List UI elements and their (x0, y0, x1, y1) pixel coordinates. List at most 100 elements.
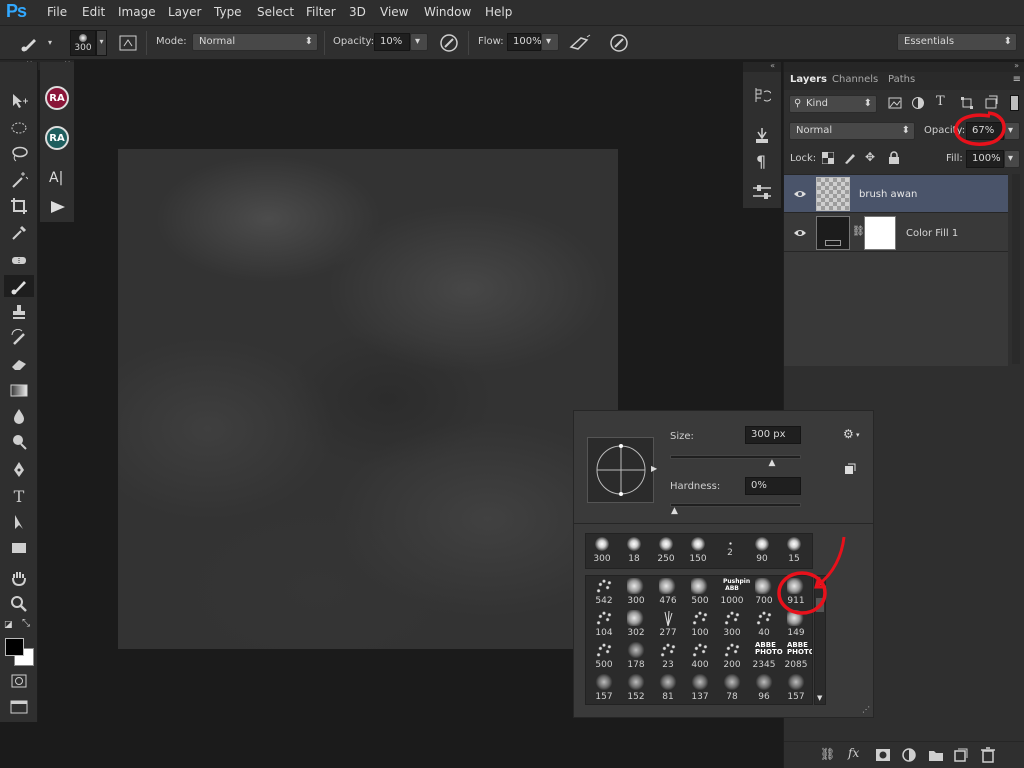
recent-brush-2[interactable]: 250 (652, 537, 680, 569)
layer-name[interactable]: brush awan (859, 189, 917, 200)
hand-tool-icon[interactable] (4, 567, 34, 589)
pressure-opacity-icon[interactable] (438, 32, 460, 54)
quick-mask-icon[interactable] (4, 670, 34, 692)
collapse-icon[interactable]: » (1014, 61, 1019, 70)
size-slider-track[interactable]: ▲ (670, 455, 801, 468)
visibility-eye-icon[interactable] (793, 189, 807, 199)
marquee-tool-icon[interactable] (4, 117, 34, 139)
airbrush-icon[interactable] (568, 32, 592, 54)
default-colors-icon[interactable]: ◪ (4, 620, 13, 630)
menu-3d[interactable]: 3D (349, 5, 366, 19)
brush-preset-104[interactable]: 104 (588, 610, 620, 642)
opacity-dropdown-icon[interactable]: ▾ (410, 33, 428, 51)
create-preset-icon[interactable] (844, 463, 856, 475)
history-panel-icon[interactable] (753, 86, 771, 104)
recent-brush-4[interactable]: 2 (716, 537, 744, 569)
fill-input[interactable]: 100% (966, 150, 1004, 168)
menu-type[interactable]: Type (214, 5, 242, 19)
brush-preset-302[interactable]: 302 (620, 610, 652, 642)
brush-preset-500[interactable]: 500 (588, 642, 620, 674)
brush-panel-toggle-icon[interactable] (118, 33, 138, 53)
size-input[interactable]: 300 px (745, 426, 801, 444)
fx-icon[interactable]: fx (848, 746, 859, 760)
document-canvas[interactable] (118, 149, 618, 649)
path-selection-tool-icon[interactable] (4, 511, 34, 533)
tab-channels[interactable]: Channels (832, 74, 878, 85)
healing-brush-tool-icon[interactable] (4, 249, 34, 271)
history-brush-tool-icon[interactable] (4, 327, 34, 349)
type-tool-icon[interactable]: T (4, 485, 34, 507)
brush-preset-78[interactable]: 78 (716, 674, 748, 704)
menu-layer[interactable]: Layer (168, 5, 201, 19)
magic-wand-tool-icon[interactable] (4, 169, 34, 191)
foreground-color-swatch[interactable] (5, 638, 24, 656)
visibility-eye-icon[interactable] (793, 228, 807, 238)
ra-badge-teal[interactable]: RA (45, 126, 69, 150)
lock-all-icon[interactable] (888, 151, 900, 165)
panel-menu-icon[interactable]: ≡ (1013, 74, 1021, 85)
new-group-icon[interactable] (928, 748, 944, 762)
resize-grip-icon[interactable]: ⋰ (862, 705, 870, 714)
lock-transparent-icon[interactable] (822, 152, 834, 164)
new-layer-icon[interactable] (954, 748, 968, 762)
brush-preset-157[interactable]: 157 (780, 674, 812, 704)
layer-name[interactable]: Color Fill 1 (906, 228, 958, 239)
brush-tool-icon[interactable] (20, 34, 42, 52)
trash-icon[interactable] (981, 747, 995, 763)
screen-mode-icon[interactable] (4, 696, 34, 718)
filter-shape-icon[interactable] (960, 96, 974, 110)
brush-picker-dropdown-icon[interactable]: ▾ (96, 30, 107, 56)
zoom-tool-icon[interactable] (4, 593, 34, 615)
hardness-input[interactable]: 0% (745, 477, 801, 495)
brush-preset-178[interactable]: 178 (620, 642, 652, 674)
brush-tool-icon[interactable] (4, 275, 34, 297)
properties-panel-icon[interactable] (752, 184, 772, 200)
brush-preset-2345[interactable]: ABBE PHOTO 2345 (748, 642, 783, 674)
actions-play-icon[interactable] (50, 200, 66, 214)
mode-select[interactable]: Normal ⬍ (192, 33, 318, 51)
new-adjustment-layer-icon[interactable] (902, 748, 916, 762)
layer-row-brush-awan[interactable]: brush awan (784, 175, 1008, 213)
size-slider-thumb[interactable]: ▲ (769, 458, 776, 468)
recent-brush-1[interactable]: 18 (620, 537, 648, 569)
tab-paths[interactable]: Paths (888, 74, 915, 85)
brush-preset-23[interactable]: 23 (652, 642, 684, 674)
dodge-tool-icon[interactable] (4, 431, 34, 453)
recent-brush-0[interactable]: 300 (588, 537, 616, 569)
move-tool-icon[interactable] (4, 90, 34, 112)
brush-preset-96[interactable]: 96 (748, 674, 780, 704)
menu-select[interactable]: Select (257, 5, 294, 19)
collapse-icon[interactable]: « (770, 61, 775, 70)
recent-brush-3[interactable]: 150 (684, 537, 712, 569)
scroll-down-icon[interactable]: ▼ (817, 694, 822, 702)
opacity-input[interactable]: 10% (374, 33, 410, 51)
brush-preset-2085[interactable]: ABBE PHOTO 2085 (780, 642, 812, 674)
brush-preset-300[interactable]: 300 (620, 578, 652, 610)
brush-preset-200[interactable]: 200 (716, 642, 748, 674)
gradient-tool-icon[interactable] (4, 379, 34, 401)
clone-stamp-tool-icon[interactable] (4, 301, 34, 323)
crop-tool-icon[interactable] (4, 195, 34, 217)
layer-mask-thumbnail[interactable] (864, 216, 896, 250)
pressure-size-icon[interactable] (608, 32, 630, 54)
flow-input[interactable]: 100% (507, 33, 542, 51)
brush-preset-400[interactable]: 400 (684, 642, 716, 674)
brush-preset-137[interactable]: 137 (684, 674, 716, 704)
rectangle-tool-icon[interactable] (4, 537, 34, 559)
workspace-select[interactable]: Essentials ⬍ (897, 33, 1017, 51)
brush-preset-100[interactable]: 100 (684, 610, 716, 642)
lasso-tool-icon[interactable] (4, 143, 34, 165)
filter-pixel-icon[interactable] (888, 96, 902, 110)
layer-row-color-fill-1[interactable]: ⛓ Color Fill 1 (784, 214, 1008, 252)
filter-smart-object-icon[interactable] (984, 95, 998, 109)
pen-tool-icon[interactable] (4, 459, 34, 481)
brush-preset-300[interactable]: 300 (716, 610, 748, 642)
link-layers-icon[interactable]: ⛓ (820, 747, 835, 761)
blend-mode-select[interactable]: Normal ⬍ (789, 122, 915, 140)
brush-size-preview[interactable]: 300 (70, 30, 96, 56)
tool-preset-dropdown-icon[interactable]: ▾ (48, 38, 52, 47)
flow-dropdown-icon[interactable]: ▾ (541, 33, 559, 51)
menu-window[interactable]: Window (424, 5, 471, 19)
fill-dropdown-icon[interactable]: ▾ (1004, 150, 1020, 168)
gear-dropdown-icon[interactable]: ▾ (856, 431, 860, 439)
